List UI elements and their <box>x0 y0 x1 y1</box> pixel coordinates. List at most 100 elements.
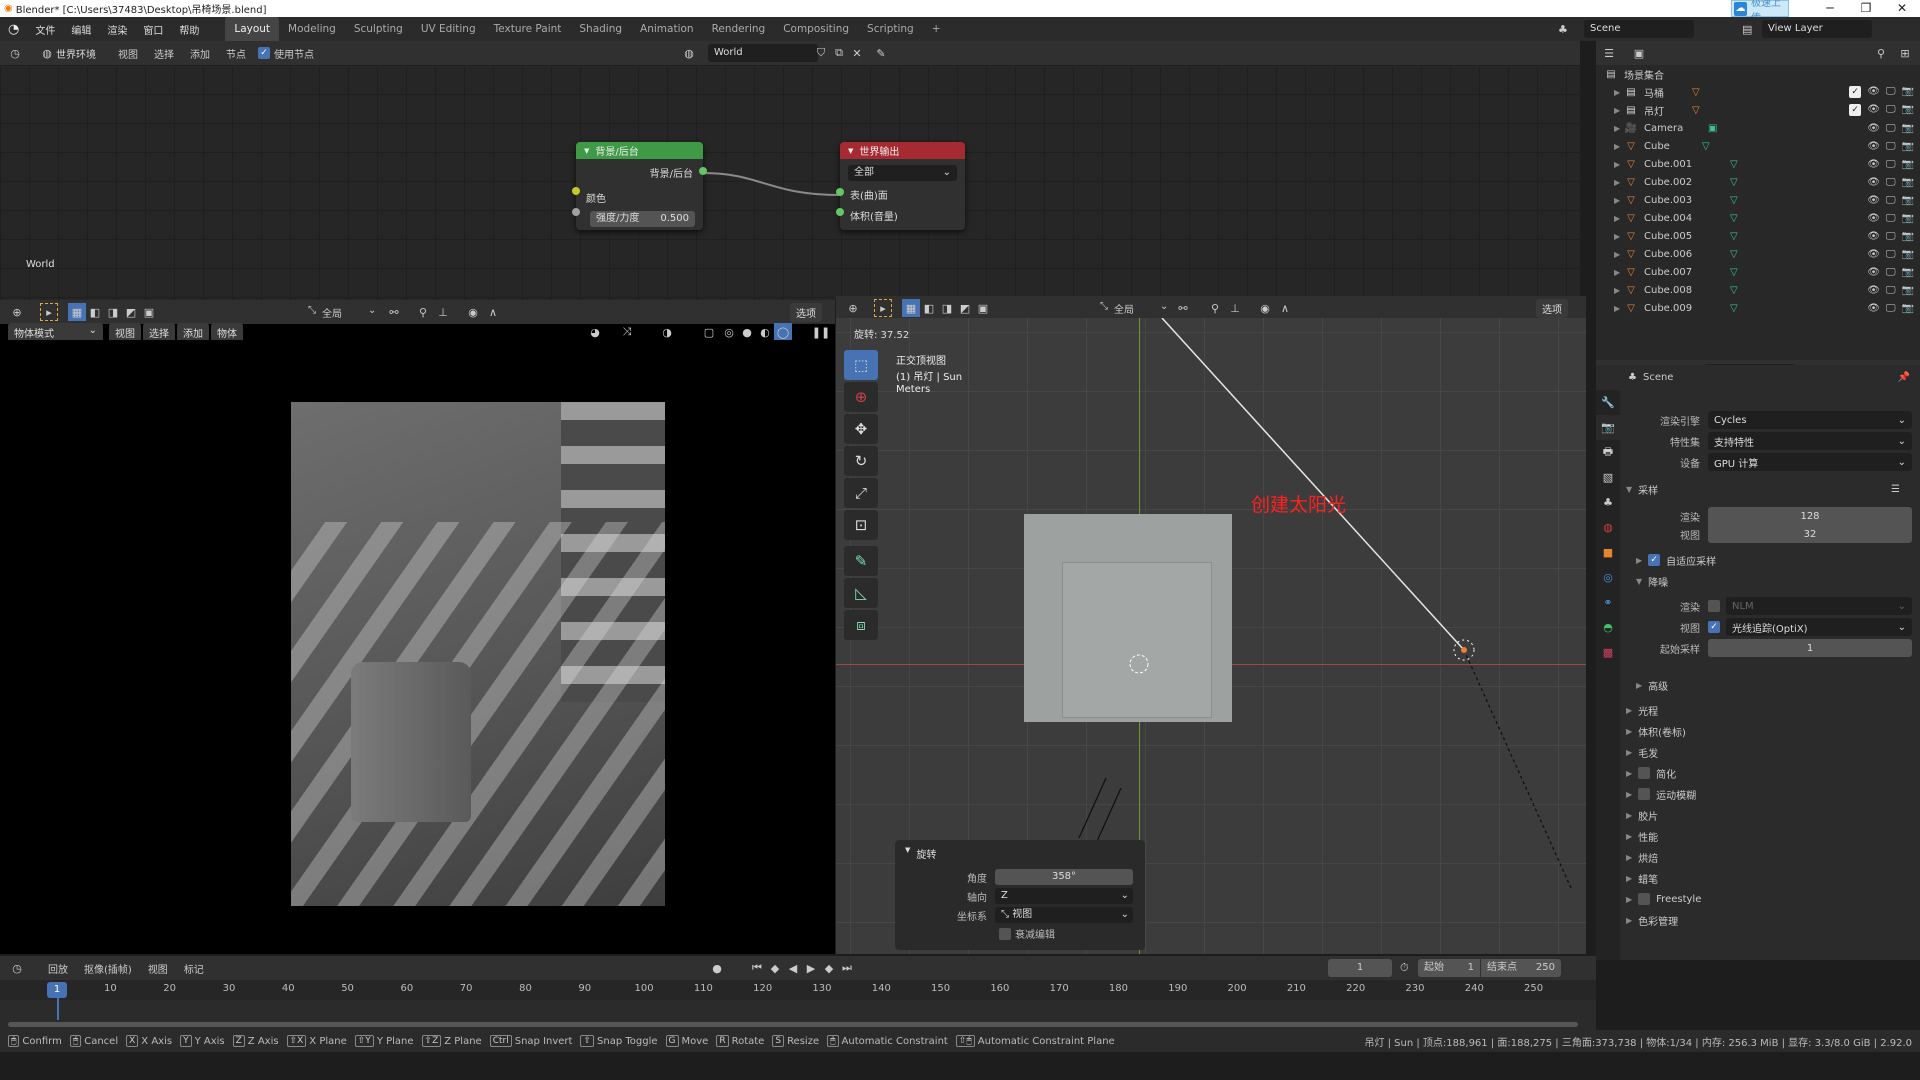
tab-shading[interactable]: Shading <box>570 17 631 41</box>
axis-dropdown[interactable]: Z ⌄ <box>995 888 1133 904</box>
denoise-view-dropdown[interactable]: 光线追踪(OptiX) ⌄ <box>1726 618 1912 636</box>
unlink-world-icon[interactable]: ✕ <box>848 44 866 62</box>
stopwatch-icon[interactable]: ⏱ <box>1400 961 1409 975</box>
feature-set-dropdown[interactable]: 支持特性 ⌄ <box>1708 432 1912 450</box>
tab-tool[interactable]: 🔧 <box>1596 390 1620 415</box>
outliner-item[interactable]: ▶ ▤ 吊灯 ▽ ✓ 👁 🖵 📷 <box>1596 101 1920 119</box>
samples-viewport-field[interactable]: 32 <box>1708 525 1912 543</box>
mode-dropdown[interactable]: 物体模式 ⌄ <box>8 322 103 342</box>
eye-icon[interactable]: 👁 <box>1867 195 1880 206</box>
redo-panel-header[interactable]: ▼ 旋转 <box>895 840 1145 867</box>
select-mode-invert-icon[interactable]: ◩ <box>122 303 140 321</box>
timeline-area[interactable]: 1 10 20 30 40 50 60 70 80 90 100 110 120 130 140 150 160… <box>0 980 1596 1030</box>
panel-section-header[interactable]: ▶ 性能 <box>1626 826 1920 846</box>
tab-modeling[interactable]: Modeling <box>279 17 345 41</box>
tab-constraints[interactable]: ⚭ <box>1596 590 1620 615</box>
color-input-socket[interactable] <box>572 187 580 195</box>
strength-input-socket[interactable] <box>572 208 580 216</box>
proportional-edit-icon[interactable]: ◉ <box>464 303 482 321</box>
tab-world[interactable]: ◍ <box>1596 515 1620 540</box>
camera-render-icon[interactable]: 📷 <box>1902 285 1914 296</box>
editor-type-icon[interactable]: ⊕ <box>844 299 862 317</box>
maximize-button[interactable]: ❐ <box>1848 0 1884 17</box>
xray-icon[interactable]: ▢ <box>700 323 718 341</box>
tab-rendering[interactable]: Rendering <box>703 17 775 41</box>
background-output-socket[interactable] <box>699 167 707 175</box>
eye-icon[interactable]: 👁 <box>1867 303 1880 314</box>
output-target-dropdown[interactable]: 全部 ⌄ <box>848 165 957 181</box>
outliner-item[interactable]: ▶ 🎥 Camera ▣ 👁 🖵 📷 <box>1596 119 1920 137</box>
upload-button[interactable]: ☁极速上传 <box>1731 0 1789 24</box>
section-checkbox[interactable] <box>1638 788 1651 800</box>
angle-field[interactable]: 358° <box>995 869 1133 885</box>
play-icon[interactable]: ▶ <box>802 959 820 977</box>
outliner-item[interactable]: ▶ ▽ Cube.002 ▽ 👁 🖵 📷 <box>1596 173 1920 191</box>
monitor-icon[interactable]: 🖵 <box>1886 195 1896 206</box>
panel-section-header[interactable]: ▶ 烘焙 <box>1626 847 1920 867</box>
wireframe-shading-icon[interactable]: ◎ <box>720 323 738 341</box>
eye-icon[interactable]: 👁 <box>1867 213 1880 224</box>
world-type-icon[interactable]: ◍ <box>38 44 56 62</box>
falloff-icon[interactable]: ∧ <box>484 303 502 321</box>
panel-section-header[interactable]: ▶ 运动模糊 <box>1626 784 1920 804</box>
expand-arrow-icon[interactable]: ▶ <box>1614 286 1624 295</box>
world-output-node[interactable]: ▼ 世界输出 全部 ⌄ 表(曲)面 体积(音量) <box>836 142 965 230</box>
outliner-item[interactable]: ▶ ▽ Cube.009 ▽ 👁 🖵 📷 <box>1596 299 1920 317</box>
select-mode-extend-icon[interactable]: ◧ <box>86 303 104 321</box>
next-keyframe-icon[interactable]: ◆ <box>820 959 838 977</box>
snap-target-icon[interactable]: ⊥ <box>1226 299 1244 317</box>
outliner-item[interactable]: ▶ ▽ Cube.005 ▽ 👁 🖵 📷 <box>1596 227 1920 245</box>
tab-texture[interactable]: ▩ <box>1596 640 1620 665</box>
scene-selector[interactable]: Scene <box>1584 20 1694 38</box>
snap-target-icon[interactable]: ⊥ <box>434 303 452 321</box>
playhead-line[interactable] <box>57 998 59 1020</box>
monitor-icon[interactable]: 🖵 <box>1886 159 1896 170</box>
presets-icon[interactable]: ☰ <box>1891 484 1900 495</box>
material-shading-icon[interactable]: ◐ <box>756 323 774 341</box>
use-nodes-checkbox[interactable]: ✓ <box>258 47 270 59</box>
camera-render-icon[interactable]: 📷 <box>1902 249 1914 260</box>
monitor-icon[interactable]: 🖵 <box>1886 141 1896 152</box>
display-mode-icon[interactable]: ▣ <box>1630 44 1648 62</box>
tab-object[interactable]: ■ <box>1596 540 1620 565</box>
outliner-item[interactable]: ▶ ▽ Cube.008 ▽ 👁 🖵 📷 <box>1596 281 1920 299</box>
section-checkbox[interactable] <box>1638 767 1651 779</box>
viewport-menu-select[interactable]: 选择 <box>143 322 175 342</box>
camera-render-icon[interactable]: 📷 <box>1902 123 1914 134</box>
pin-icon[interactable]: ✎ <box>872 44 890 62</box>
panel-section-header[interactable]: ▶ Freestyle <box>1626 889 1920 909</box>
monitor-icon[interactable]: 🖵 <box>1886 104 1896 116</box>
eye-icon[interactable]: 👁 <box>1867 123 1880 134</box>
background-node[interactable]: ▼ 背景/后台 背景/后台 颜色 强度/力度 0.500 <box>572 142 707 230</box>
jump-end-icon[interactable]: ⏭ <box>838 959 856 977</box>
start-frame-field[interactable]: 起始 1 <box>1418 959 1480 977</box>
tab-scene[interactable]: ♣ <box>1596 490 1620 515</box>
scene-icon[interactable]: ♣ <box>1558 23 1568 36</box>
panel-section-header[interactable]: ▶ 胶片 <box>1626 805 1920 825</box>
rendered-shading-icon[interactable]: ◯ <box>774 323 792 341</box>
outliner-item[interactable]: ▶ ▽ Cube.004 ▽ 👁 🖵 📷 <box>1596 209 1920 227</box>
eye-icon[interactable]: 👁 <box>1867 177 1880 188</box>
panel-section-header[interactable]: ▶ 简化 <box>1626 763 1920 783</box>
surface-input-socket[interactable] <box>836 188 844 196</box>
timeline-scrollbar[interactable] <box>8 1022 1578 1027</box>
viewport-menu-add[interactable]: 添加 <box>177 322 209 342</box>
advanced-section-header[interactable]: ▶ 高级 <box>1636 675 1920 695</box>
outliner-item[interactable]: ▶ ▤ 马桶 ▽ ✓ 👁 🖵 📷 <box>1596 83 1920 101</box>
exclude-checkbox[interactable]: ✓ <box>1849 86 1862 98</box>
panel-section-header[interactable]: ▶ 光程 <box>1626 700 1920 720</box>
select-tool-icon[interactable]: ▸ <box>874 299 892 317</box>
node-editor-canvas[interactable]: ▼ 背景/后台 背景/后台 颜色 强度/力度 0.500 ▼ 世界输出 全部 ⌄ 表(曲… <box>0 65 1580 300</box>
tab-scripting[interactable]: Scripting <box>858 17 923 41</box>
new-collection-icon[interactable]: ⊞ <box>1896 44 1914 62</box>
visibility-icon[interactable]: ◕ <box>586 323 604 341</box>
shader-type-dropdown[interactable]: 世界环境 <box>56 46 96 61</box>
gizmo-icon[interactable]: ⤨ <box>618 323 636 341</box>
current-frame-field[interactable]: 1 <box>1328 959 1392 977</box>
monitor-icon[interactable]: 🖵 <box>1886 213 1896 224</box>
camera-render-icon[interactable]: 📷 <box>1902 159 1914 170</box>
pause-render-icon[interactable]: ❚❚ <box>812 323 830 341</box>
close-button[interactable]: ✕ <box>1884 0 1920 17</box>
select-mode-new-icon[interactable]: ▦ <box>68 303 86 321</box>
select-tool-icon[interactable]: ▸ <box>40 303 58 321</box>
